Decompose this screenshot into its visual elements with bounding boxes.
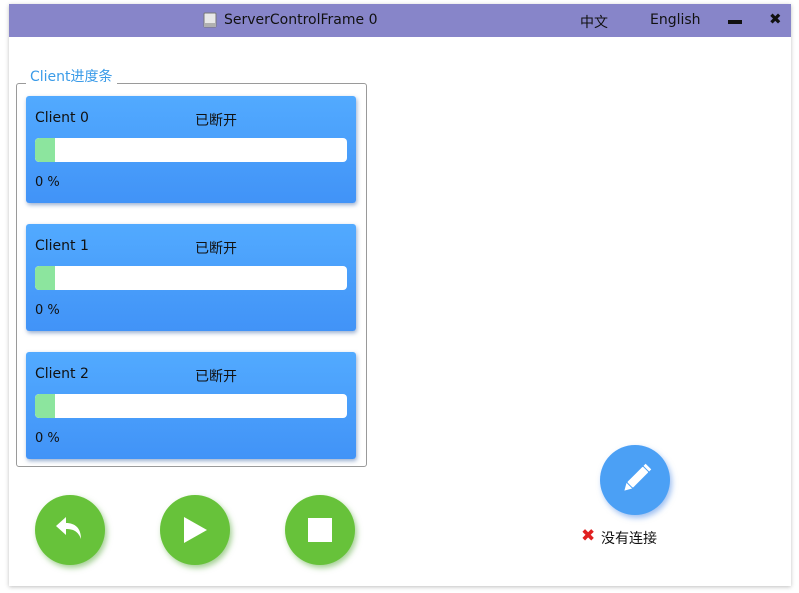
- client-card: Client 1 已断开 0 %: [26, 224, 356, 331]
- play-icon: [184, 517, 207, 543]
- client-progress-fill: [35, 394, 55, 418]
- client-percent: 0 %: [35, 303, 60, 318]
- reply-icon: [56, 517, 81, 539]
- title-bar[interactable]: ServerControlFrame 0 中文 English ✖: [9, 4, 791, 37]
- client-name: Client 0: [35, 110, 89, 126]
- red-x-icon: ✖: [581, 526, 596, 546]
- window-app-icon: [203, 12, 217, 28]
- client-progress-bar: [35, 266, 347, 290]
- play-button[interactable]: [160, 495, 230, 565]
- client-name: Client 1: [35, 238, 89, 254]
- client-status: 已断开: [195, 241, 237, 257]
- pencil-icon: [624, 463, 652, 491]
- client-percent: 0 %: [35, 175, 60, 190]
- back-button[interactable]: [35, 495, 105, 565]
- client-card: Client 2 已断开 0 %: [26, 352, 356, 459]
- client-status: 已断开: [195, 113, 237, 129]
- close-icon[interactable]: ✖: [769, 10, 782, 28]
- language-chinese-button[interactable]: 中文: [580, 12, 608, 32]
- edit-button[interactable]: [600, 445, 670, 515]
- language-english-button[interactable]: English: [650, 12, 701, 28]
- client-progress-bar: [35, 394, 347, 418]
- client-progress-fill: [35, 138, 55, 162]
- client-percent: 0 %: [35, 431, 60, 446]
- client-name: Client 2: [35, 366, 89, 382]
- minimize-icon[interactable]: [728, 20, 742, 24]
- stop-button[interactable]: [285, 495, 355, 565]
- client-card: Client 0 已断开 0 %: [26, 96, 356, 203]
- client-progress-bar: [35, 138, 347, 162]
- window-title: ServerControlFrame 0: [224, 12, 378, 28]
- client-progress-fill: [35, 266, 55, 290]
- client-progress-group-title: Client进度条: [26, 66, 117, 86]
- connection-status: 没有连接: [601, 531, 657, 547]
- client-status: 已断开: [195, 369, 237, 385]
- stop-icon: [308, 518, 332, 542]
